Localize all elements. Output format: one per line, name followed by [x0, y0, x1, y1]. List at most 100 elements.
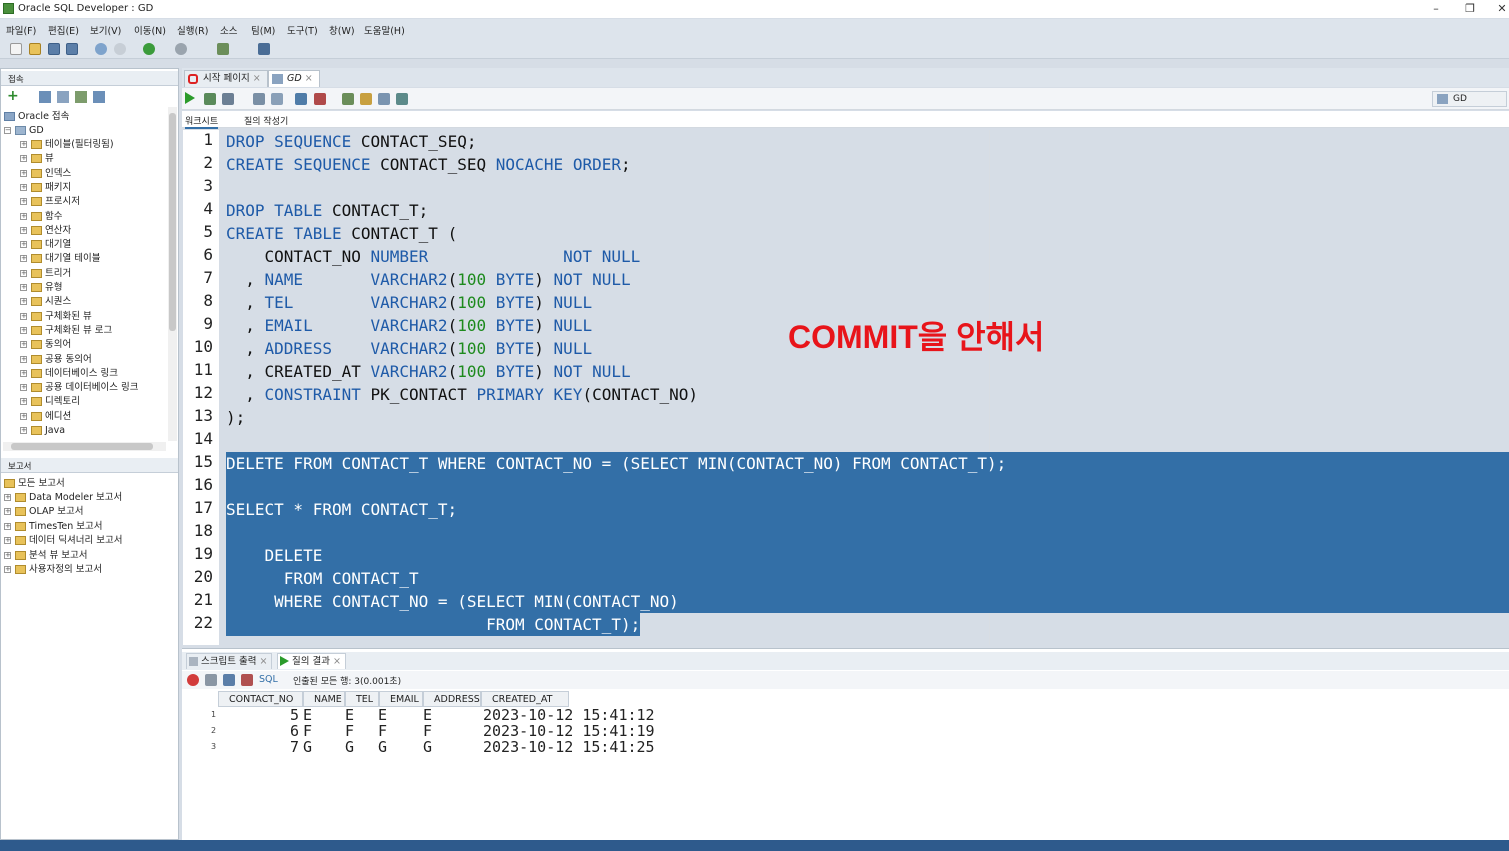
table-cell[interactable]: 2023-10-12 15:41:25: [483, 739, 655, 755]
expand-icon[interactable]: +: [20, 341, 27, 349]
schema-browser-icon[interactable]: [75, 91, 87, 103]
pin-icon[interactable]: [187, 674, 199, 686]
tree-node[interactable]: + 시퀀스: [20, 295, 71, 309]
expand-icon[interactable]: +: [20, 326, 27, 334]
code-line[interactable]: , ADDRESS VARCHAR2(100 BYTE) NULL: [226, 337, 592, 360]
table-cell[interactable]: F: [378, 723, 387, 739]
table-cell[interactable]: E: [378, 707, 387, 723]
expand-icon[interactable]: +: [20, 412, 27, 420]
table-cell[interactable]: E: [423, 707, 432, 723]
tree-node[interactable]: + 패키지: [20, 181, 71, 195]
format-icon[interactable]: [342, 93, 354, 105]
expand-icon[interactable]: +: [20, 155, 27, 163]
tree-node[interactable]: + 뷰: [20, 152, 54, 166]
menu-help[interactable]: 도움말(H): [364, 23, 405, 37]
print-icon[interactable]: [205, 674, 217, 686]
column-header[interactable]: CONTACT_NO: [218, 691, 303, 707]
rollback-icon[interactable]: [253, 93, 265, 105]
expand-icon[interactable]: +: [4, 566, 11, 573]
report-node[interactable]: + 분석 뷰 보고서: [4, 549, 87, 563]
menu-edit[interactable]: 편집(E): [48, 23, 79, 37]
sql-tuning-icon[interactable]: [314, 93, 326, 105]
column-header[interactable]: EMAIL: [379, 691, 423, 707]
close-tab-icon[interactable]: ×: [333, 656, 345, 667]
expand-icon[interactable]: +: [20, 355, 27, 363]
tree-node[interactable]: + Java: [20, 424, 65, 438]
expand-icon[interactable]: +: [4, 551, 11, 559]
restore-icon[interactable]: ❐: [1460, 1, 1480, 17]
save-all-icon[interactable]: [66, 43, 78, 55]
report-node[interactable]: + OLAP 보고서: [4, 505, 83, 519]
expand-icon[interactable]: +: [20, 298, 27, 306]
expand-icon[interactable]: +: [20, 427, 27, 434]
run-config-icon[interactable]: [217, 43, 229, 55]
code-line[interactable]: CREATE TABLE CONTACT_T (: [226, 222, 457, 245]
expand-icon[interactable]: +: [20, 183, 27, 191]
code-line[interactable]: , NAME VARCHAR2(100 BYTE) NOT NULL: [226, 268, 630, 291]
tree-all-reports[interactable]: 모든 보고서: [4, 477, 65, 491]
code-line[interactable]: DROP SEQUENCE CONTACT_SEQ;: [226, 130, 476, 153]
expand-icon[interactable]: +: [20, 384, 27, 392]
expand-icon[interactable]: +: [20, 226, 27, 234]
expand-icon[interactable]: +: [20, 398, 27, 406]
add-connection-icon[interactable]: +: [7, 89, 19, 103]
filter-icon[interactable]: [57, 91, 69, 103]
forward-icon[interactable]: [175, 43, 187, 55]
connection-selector[interactable]: GD: [1432, 91, 1507, 107]
column-header[interactable]: TEL: [345, 691, 379, 707]
commit-icon[interactable]: [222, 93, 234, 105]
close-tab-icon[interactable]: ×: [305, 73, 313, 84]
connections-horizontal-scrollbar[interactable]: [3, 442, 166, 451]
tree-node[interactable]: + 디렉토리: [20, 395, 80, 409]
code-line[interactable]: , TEL VARCHAR2(100 BYTE) NULL: [226, 291, 592, 314]
code-line[interactable]: FROM CONTACT_T);: [226, 613, 641, 636]
menu-view[interactable]: 보기(V): [90, 23, 121, 37]
close-tab-icon[interactable]: ×: [260, 656, 272, 667]
column-header[interactable]: NAME: [303, 691, 345, 707]
tree-node[interactable]: + 대기열: [20, 238, 71, 252]
table-cell[interactable]: 2023-10-12 15:41:12: [483, 707, 655, 723]
tree-node[interactable]: + 연산자: [20, 224, 71, 238]
table-cell[interactable]: G: [345, 739, 354, 755]
code-line[interactable]: SELECT * FROM CONTACT_T;: [226, 498, 1509, 521]
report-node[interactable]: + Data Modeler 보고서: [4, 491, 122, 505]
code-line[interactable]: CONTACT_NO NUMBER NOT NULL: [226, 245, 641, 268]
history-icon[interactable]: [378, 93, 390, 105]
undo-icon[interactable]: [95, 43, 107, 55]
case-icon[interactable]: [396, 93, 408, 105]
open-folder-icon[interactable]: [29, 43, 41, 55]
report-node[interactable]: + 데이터 딕셔너리 보고서: [4, 534, 122, 548]
expand-icon[interactable]: +: [20, 312, 27, 320]
run-script-icon[interactable]: [204, 93, 216, 105]
table-cell[interactable]: F: [345, 723, 354, 739]
tab-query-result[interactable]: 질의 결과 ×: [277, 653, 346, 669]
code-line[interactable]: FROM CONTACT_T: [226, 567, 1509, 590]
menu-tools[interactable]: 도구(T): [287, 23, 318, 37]
tree-node[interactable]: + 공용 동의어: [20, 353, 92, 367]
expand-icon[interactable]: +: [20, 255, 27, 263]
sql-code-editor[interactable]: DROP SEQUENCE CONTACT_SEQ; CREATE SEQUENC…: [226, 130, 1509, 645]
expand-icon[interactable]: +: [20, 169, 27, 177]
search-binoculars-icon[interactable]: [258, 43, 270, 55]
table-cell[interactable]: E: [303, 707, 312, 723]
save-icon[interactable]: [48, 43, 60, 55]
connections-vertical-scrollbar[interactable]: [168, 107, 177, 441]
code-line[interactable]: CREATE SEQUENCE CONTACT_SEQ NOCACHE ORDE…: [226, 153, 631, 176]
expand-icon[interactable]: +: [20, 198, 27, 206]
new-file-icon[interactable]: [10, 43, 22, 55]
tree-node[interactable]: + 구체화된 뷰: [20, 310, 92, 324]
autotrace-icon[interactable]: [295, 93, 307, 105]
refresh-icon[interactable]: [39, 91, 51, 103]
code-line[interactable]: , EMAIL VARCHAR2(100 BYTE) NULL: [226, 314, 592, 337]
expand-icon[interactable]: +: [20, 212, 27, 220]
table-cell[interactable]: G: [303, 739, 312, 755]
tree-oracle-connections[interactable]: Oracle 접속: [4, 110, 69, 124]
tab-worksheet-gd[interactable]: GD ×: [268, 70, 320, 87]
tree-node[interactable]: + 동의어: [20, 338, 71, 352]
back-icon[interactable]: [143, 43, 155, 55]
code-line[interactable]: [226, 475, 1509, 498]
sql-link[interactable]: SQL: [259, 674, 278, 685]
code-line[interactable]: WHERE CONTACT_NO = (SELECT MIN(CONTACT_N…: [226, 590, 1509, 613]
code-line[interactable]: [226, 521, 1509, 544]
menu-run[interactable]: 실행(R): [177, 23, 209, 37]
